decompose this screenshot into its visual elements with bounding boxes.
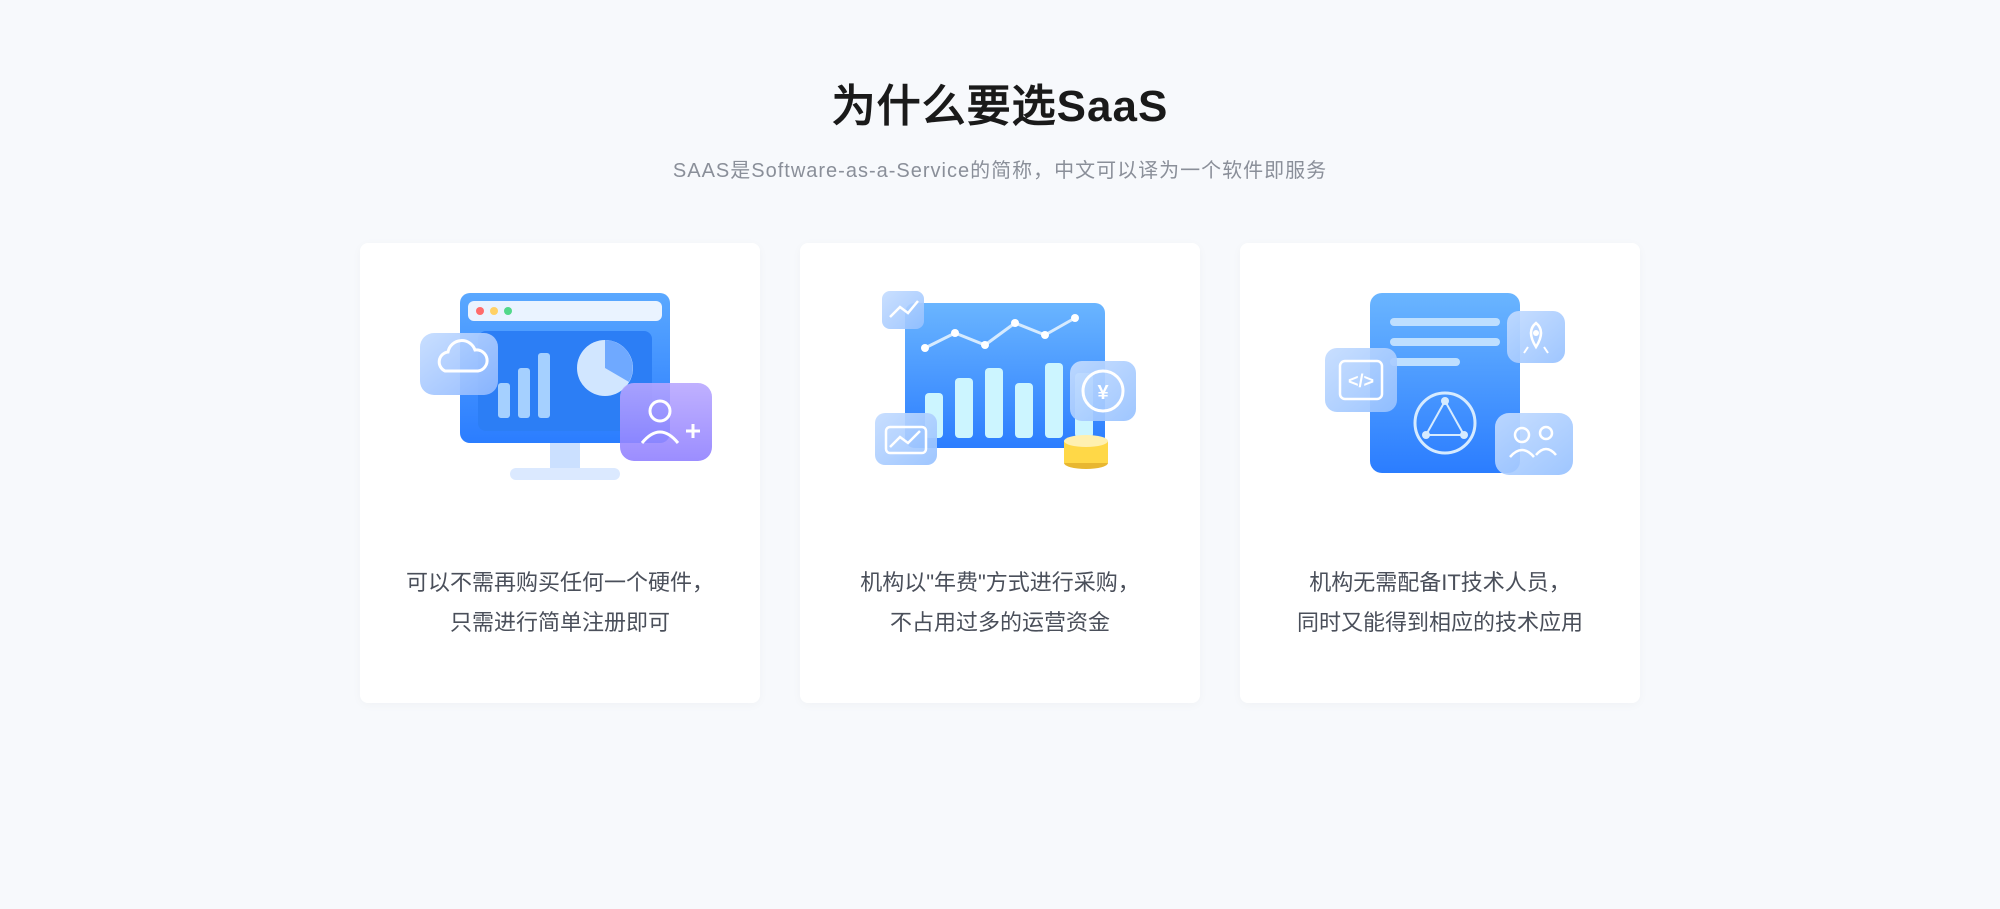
monitor-dashboard-icon xyxy=(390,273,730,503)
feature-cards: 可以不需再购买任何一个硬件， 只需进行简单注册即可 xyxy=(360,243,1640,703)
section-title: 为什么要选SaaS xyxy=(673,70,1327,134)
feature-description: 机构以"年费"方式进行采购， 不占用过多的运营资金 xyxy=(860,563,1140,642)
svg-text:</>: </> xyxy=(1348,371,1374,391)
code-document-network-icon: </> xyxy=(1270,273,1610,503)
feature-description: 机构无需配备IT技术人员， 同时又能得到相应的技术应用 xyxy=(1297,563,1583,642)
bar-chart-finance-icon: ¥ xyxy=(830,273,1170,503)
feature-card-annual-fee: ¥ 机构以"年费"方式进行采购， 不占用过多的运营资金 xyxy=(800,243,1200,703)
feature-card-no-it-staff: </> 机构无需配备IT技术人员， 同时又能得到相应的技术应用 xyxy=(1240,243,1640,703)
feature-card-hardware: 可以不需再购买任何一个硬件， 只需进行简单注册即可 xyxy=(360,243,760,703)
section-subtitle: SAAS是Software-as-a-Service的简称，中文可以译为一个软件… xyxy=(673,154,1327,183)
section-header: 为什么要选SaaS SAAS是Software-as-a-Service的简称，… xyxy=(673,70,1327,183)
svg-text:¥: ¥ xyxy=(1097,382,1109,404)
feature-description: 可以不需再购买任何一个硬件， 只需进行简单注册即可 xyxy=(406,563,714,642)
